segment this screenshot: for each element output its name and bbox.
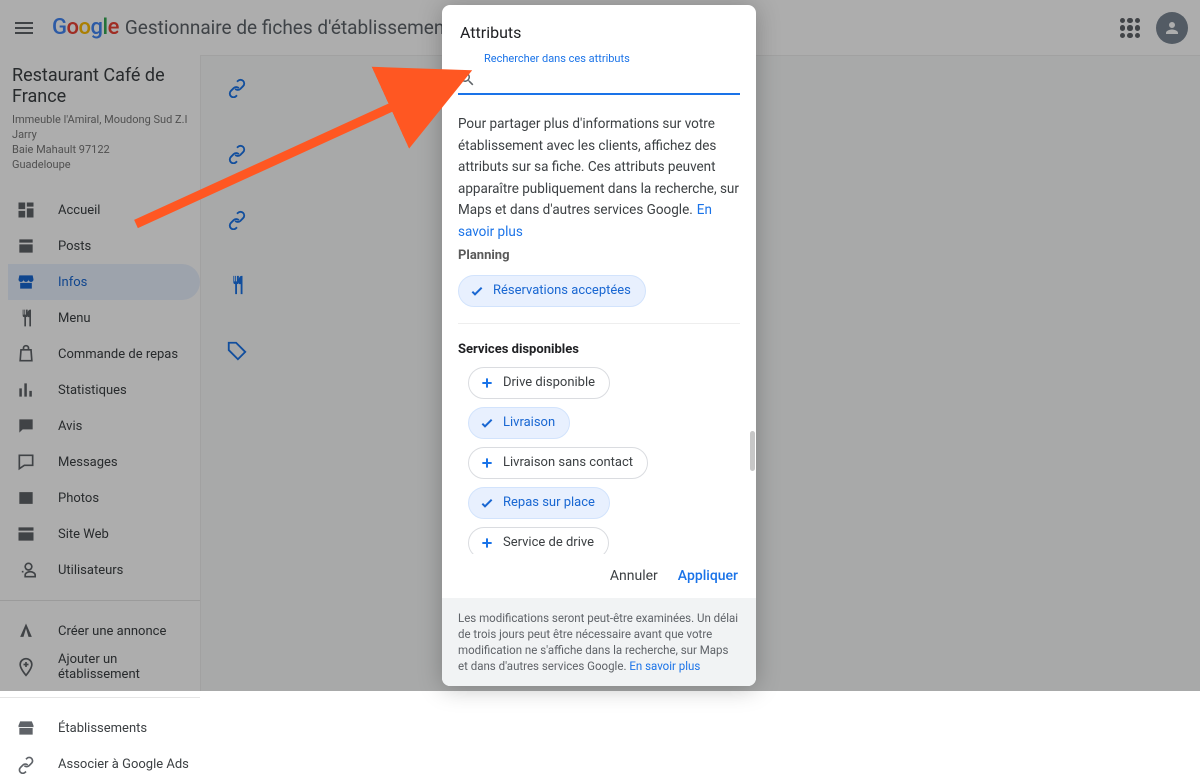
modal-footer: Les modifications seront peut-être exami…	[442, 598, 756, 686]
attribute-chip[interactable]: Réservations acceptées	[458, 275, 646, 307]
search-label: Rechercher dans ces attributs	[458, 52, 740, 65]
link-icon	[16, 754, 36, 774]
attribute-chip[interactable]: Service de drive	[468, 527, 609, 554]
footer-learn-more-link[interactable]: En savoir plus	[629, 659, 700, 673]
section-planning-title: Planning	[458, 248, 740, 263]
modal-title: Attributs	[442, 5, 756, 52]
attribute-chip[interactable]: Repas sur place	[468, 487, 610, 519]
section-services-title: Services disponibles	[458, 342, 740, 357]
attribute-chip[interactable]: Livraison sans contact	[468, 447, 648, 479]
scrollbar[interactable]	[750, 431, 755, 471]
attribute-chip[interactable]: Drive disponible	[468, 367, 610, 399]
chip-label: Repas sur place	[503, 495, 595, 510]
stores-icon	[16, 718, 36, 738]
plus-icon	[479, 455, 495, 471]
sidebar-item-google-ads[interactable]: Associer à Google Ads	[8, 746, 200, 782]
chip-label: Service de drive	[503, 535, 594, 550]
modal-actions: Annuler Appliquer	[442, 554, 756, 598]
chip-label: Livraison sans contact	[503, 455, 633, 470]
check-icon	[479, 495, 495, 511]
sidebar-item-etablissements[interactable]: Établissements	[8, 710, 200, 746]
plus-icon	[479, 535, 495, 551]
apply-button[interactable]: Appliquer	[678, 568, 738, 584]
search-input[interactable]	[482, 72, 740, 87]
plus-icon	[479, 375, 495, 391]
check-icon	[469, 283, 485, 299]
attribute-chip[interactable]: Livraison	[468, 407, 570, 439]
cancel-button[interactable]: Annuler	[610, 568, 658, 584]
chip-label: Réservations acceptées	[493, 283, 631, 298]
chip-label: Livraison	[503, 415, 555, 430]
attributes-modal: Attributs Rechercher dans ces attributs …	[442, 5, 756, 686]
chip-label: Drive disponible	[503, 375, 595, 390]
modal-body: Pour partager plus d'informations sur vo…	[442, 101, 756, 554]
search-icon	[458, 70, 476, 88]
check-icon	[479, 415, 495, 431]
